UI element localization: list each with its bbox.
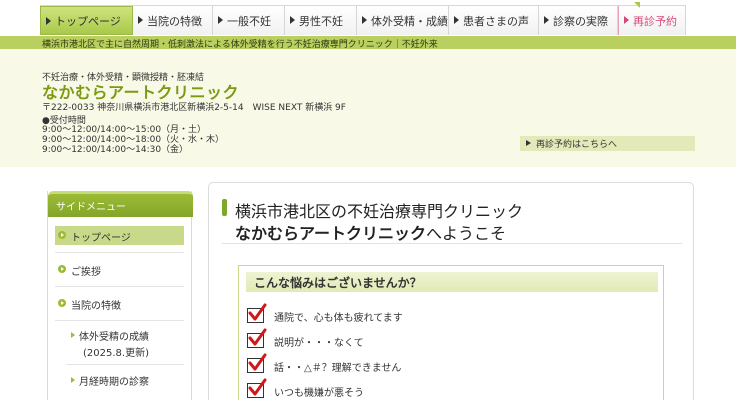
nav-label: 診察の実際 — [553, 14, 608, 28]
side-item-label: 当院の特徴 — [71, 301, 121, 312]
nav-male-infertility[interactable]: 男性不妊 — [285, 6, 357, 35]
nav-ivf-results[interactable]: 体外受精・成績 — [357, 6, 449, 35]
arrow-right-icon — [138, 16, 143, 24]
checkmark-icon — [247, 303, 267, 323]
nav-label: 再診予約 — [633, 14, 677, 28]
side-item-features[interactable]: 当院の特徴 — [55, 296, 184, 312]
checkmark-icon — [247, 328, 267, 348]
checkmark-icon — [247, 353, 267, 373]
nav-top-page[interactable]: トップページ — [40, 6, 133, 35]
checkmark-icon — [247, 378, 267, 398]
divider — [55, 286, 184, 287]
nav-label: トップページ — [55, 14, 121, 28]
arrow-right-icon — [526, 140, 531, 146]
top-navigation: トップページ 当院の特徴 一般不妊 男性不妊 体外受精・成績 患者さまの声 診察… — [0, 0, 736, 36]
nav-label: 患者さまの声 — [463, 14, 529, 28]
side-subitem-label: 体外受精の成績 — [79, 332, 149, 343]
welcome-suffix: へようこそ — [426, 224, 507, 243]
divider — [55, 252, 184, 253]
arrow-circle-icon — [58, 231, 66, 239]
side-subitem-menstrual-exam[interactable]: 月経時期の診察 — [55, 372, 184, 388]
arrow-right-icon — [290, 16, 295, 24]
nav-examination[interactable]: 診察の実際 — [539, 6, 618, 35]
side-menu-title: サイドメニュー — [48, 191, 193, 217]
arrow-right-icon — [454, 16, 459, 24]
worries-title: こんな悩みはございませんか？ — [246, 272, 658, 292]
side-item-label: トップページ — [71, 233, 131, 244]
revisit-booking-button[interactable]: 再診予約はこちらへ — [520, 136, 695, 151]
arrow-circle-icon — [58, 265, 66, 273]
arrow-right-icon — [218, 16, 223, 24]
arrow-right-icon — [624, 16, 629, 24]
side-item-label: ご挨拶 — [71, 267, 101, 278]
heading-accent-bar — [222, 199, 227, 216]
worry-item: いつも機嫌が悪そう — [274, 388, 364, 399]
welcome-heading-line1: 横浜市港北区の不妊治療専門クリニック — [235, 202, 524, 221]
welcome-clinic-name: なかむらアートクリニック — [235, 224, 427, 243]
arrow-right-icon — [362, 16, 367, 24]
nav-label: 男性不妊 — [299, 14, 343, 28]
worry-item: 説明が・・・なくて — [274, 338, 364, 349]
side-item-greeting[interactable]: ご挨拶 — [55, 262, 184, 278]
arrow-right-icon — [71, 377, 75, 383]
arrow-right-icon — [46, 17, 51, 25]
nav-label: 一般不妊 — [227, 14, 271, 28]
side-subitem-label: 月経時期の診察 — [79, 377, 149, 388]
nav-label: 体外受精・成績 — [371, 14, 448, 28]
nav-label: 当院の特徴 — [147, 14, 202, 28]
hours-line: 9:00～12:00/14:00～14:30（金） — [42, 145, 189, 155]
nav-revisit-booking[interactable]: 再診予約 — [618, 6, 686, 35]
side-subitem-note: (2025.8.更新) — [83, 348, 149, 359]
side-subitem-ivf-results[interactable]: 体外受精の成績 (2025.8.更新) — [55, 327, 184, 359]
nav-features[interactable]: 当院の特徴 — [133, 6, 213, 35]
nav-general-infertility[interactable]: 一般不妊 — [213, 6, 285, 35]
divider — [55, 320, 184, 321]
revisit-button-label: 再診予約はこちらへ — [536, 140, 618, 150]
corner-mark-icon — [634, 2, 640, 8]
nav-patient-voices[interactable]: 患者さまの声 — [449, 6, 539, 35]
worry-item: 話・・△＃？理解できません — [274, 363, 402, 374]
arrow-circle-icon — [58, 299, 66, 307]
arrow-right-icon — [544, 16, 549, 24]
divider — [222, 243, 682, 244]
worry-item: 通院で、心も体も疲れてます — [274, 313, 403, 324]
clinic-address: 〒222-0033 神奈川県横浜市港北区新横浜2-5-14 WISE NEXT … — [42, 103, 346, 113]
divider — [66, 364, 184, 365]
arrow-right-icon — [71, 332, 75, 338]
welcome-heading-line2: なかむらアートクリニックへようこそ — [235, 220, 506, 244]
nav-bar: トップページ 当院の特徴 一般不妊 男性不妊 体外受精・成績 患者さまの声 診察… — [40, 5, 686, 35]
side-item-top-page[interactable]: トップページ — [55, 226, 184, 245]
